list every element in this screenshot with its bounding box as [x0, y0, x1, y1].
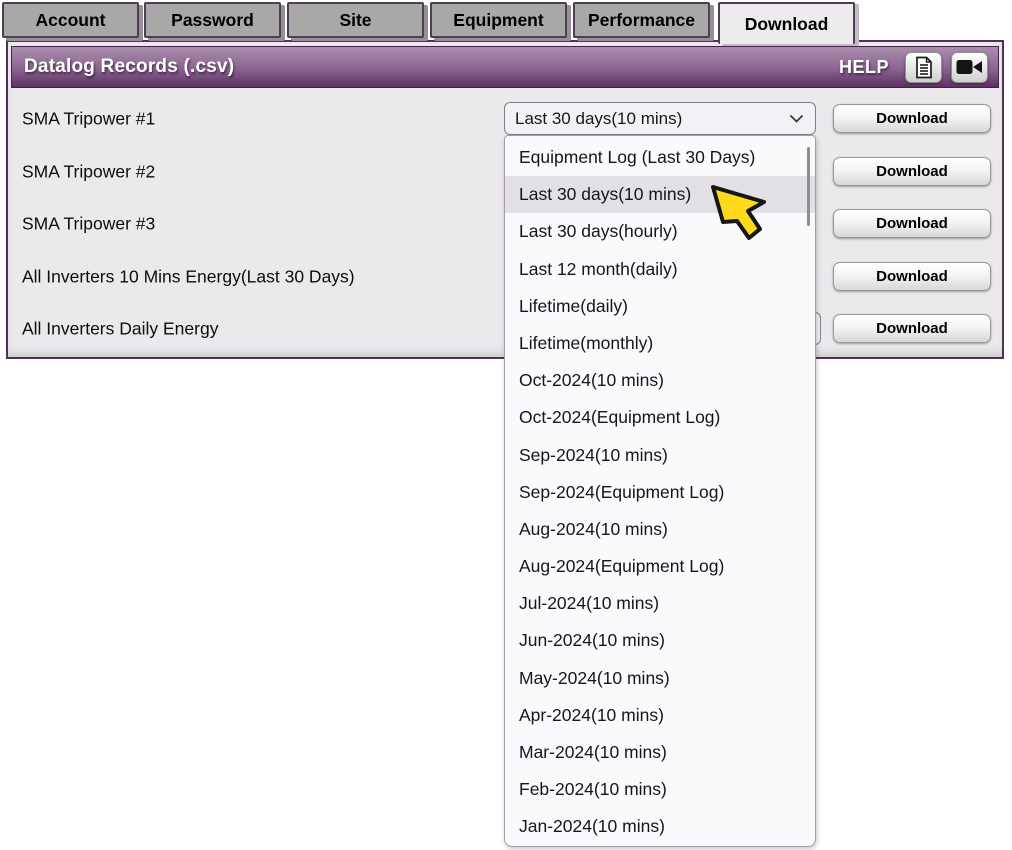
row-label: SMA Tripower #2 — [22, 161, 155, 182]
dropdown-option[interactable]: Last 12 month(daily) — [505, 251, 815, 288]
dropdown-option[interactable]: Jul-2024(10 mins) — [505, 585, 815, 622]
tab-label: Password — [171, 10, 254, 31]
tab-performance[interactable]: Performance — [573, 2, 710, 38]
dropdown-option[interactable]: Jan-2024(10 mins) — [505, 808, 815, 845]
download-button[interactable]: Download — [833, 157, 991, 186]
tab-site[interactable]: Site — [287, 2, 424, 38]
download-page: Account Password Site Equipment Performance D… — [0, 0, 1012, 850]
document-icon[interactable] — [905, 52, 942, 83]
dropdown-option[interactable]: Lifetime(monthly) — [505, 325, 815, 362]
video-camera-icon[interactable] — [951, 52, 988, 83]
dropdown-option[interactable]: Sep-2024(Equipment Log) — [505, 474, 815, 511]
dropdown-option[interactable]: Oct-2024(10 mins) — [505, 362, 815, 399]
dropdown-option[interactable]: Oct-2024(Equipment Log) — [505, 399, 815, 436]
tab-label: Download — [745, 14, 829, 35]
help-link[interactable]: HELP — [839, 57, 889, 78]
dropdown-scrollbar-thumb[interactable] — [807, 147, 810, 226]
dropdown-option[interactable]: Aug-2024(10 mins) — [505, 511, 815, 548]
dropdown-option[interactable]: May-2024(10 mins) — [505, 660, 815, 697]
dropdown-option[interactable]: Mar-2024(10 mins) — [505, 734, 815, 771]
datalog-row: SMA Tripower #1 Last 30 days(10 mins) Do… — [0, 102, 1012, 136]
tab-download[interactable]: Download — [718, 2, 855, 44]
download-button[interactable]: Download — [833, 104, 991, 133]
dropdown-option[interactable]: Sep-2024(10 mins) — [505, 437, 815, 474]
row-label: SMA Tripower #3 — [22, 214, 155, 235]
tab-label: Performance — [588, 10, 695, 31]
period-select[interactable]: Last 30 days(10 mins) — [504, 102, 816, 135]
download-button[interactable]: Download — [833, 314, 991, 343]
dropdown-option[interactable]: Apr-2024(10 mins) — [505, 697, 815, 734]
row-label: SMA Tripower #1 — [22, 109, 155, 130]
download-button[interactable]: Download — [833, 209, 991, 238]
chevron-down-icon — [790, 115, 803, 123]
tab-account[interactable]: Account — [2, 2, 139, 38]
panel-title: Datalog Records (.csv) — [24, 56, 839, 78]
dropdown-option[interactable]: Aug-2024(Equipment Log) — [505, 548, 815, 585]
dropdown-option[interactable]: Equipment Log (Last 30 Days) — [505, 139, 815, 176]
period-dropdown-list: Equipment Log (Last 30 Days)Last 30 days… — [504, 135, 816, 847]
panel-header: Datalog Records (.csv) HELP — [11, 46, 999, 88]
download-button[interactable]: Download — [833, 262, 991, 291]
dropdown-option[interactable]: Feb-2024(10 mins) — [505, 771, 815, 808]
dropdown-option[interactable]: Lifetime(daily) — [505, 288, 815, 325]
tab-equipment[interactable]: Equipment — [430, 2, 567, 38]
row-label: All Inverters 10 Mins Energy(Last 30 Day… — [22, 266, 355, 287]
tab-label: Account — [36, 10, 106, 31]
tab-password[interactable]: Password — [144, 2, 281, 38]
select-value: Last 30 days(10 mins) — [515, 109, 790, 129]
row-label: All Inverters Daily Energy — [22, 319, 218, 340]
tab-label: Equipment — [453, 10, 543, 31]
tab-label: Site — [339, 10, 371, 31]
dropdown-option[interactable]: Last 30 days(hourly) — [505, 213, 815, 250]
dropdown-option[interactable]: Jun-2024(10 mins) — [505, 622, 815, 659]
dropdown-option[interactable]: Last 30 days(10 mins) — [505, 176, 815, 213]
